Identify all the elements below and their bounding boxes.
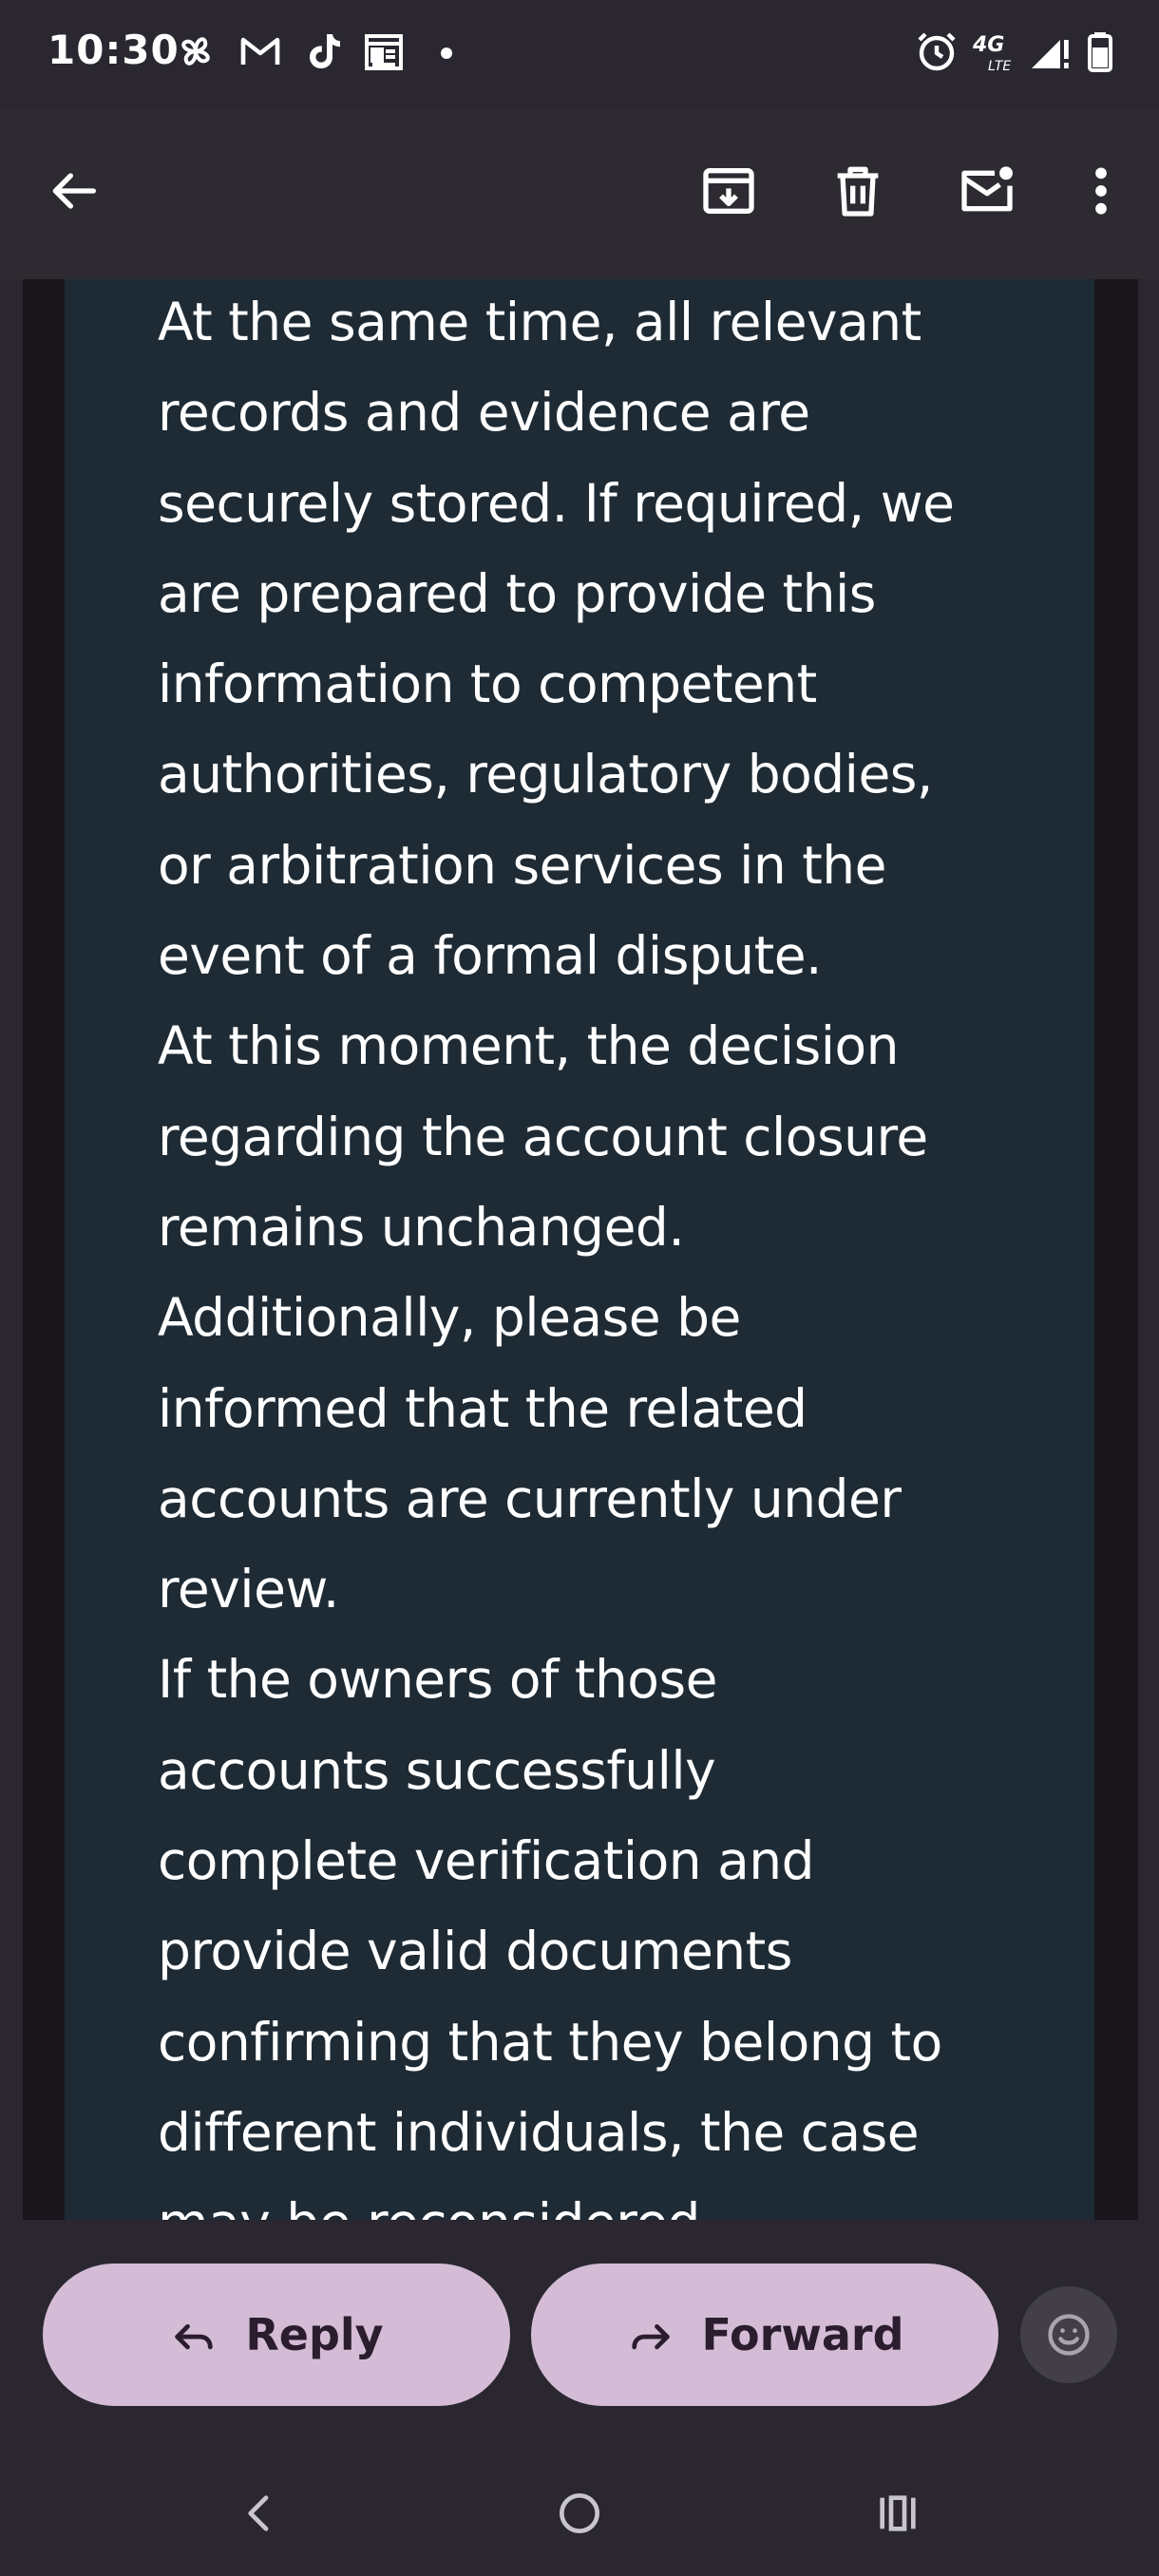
message-line: At this moment, the decision (158, 1015, 900, 1077)
message-line: event of a formal dispute. (158, 925, 823, 987)
message-line: accounts are currently under (158, 1468, 902, 1529)
app-bar (0, 110, 1159, 279)
nav-home-button[interactable] (537, 2471, 622, 2556)
alarm-icon (914, 28, 960, 74)
delete-button[interactable] (815, 148, 901, 234)
signal-icon (1026, 28, 1072, 74)
status-bar: 10:30 4G LTE (0, 0, 1159, 110)
message-line: If the owners of those (158, 1649, 717, 1711)
right-gutter (1094, 279, 1138, 2220)
tiktok-icon (300, 28, 346, 74)
message-line: At the same time, all relevant (158, 292, 922, 352)
left-gutter (23, 279, 65, 2220)
message-line: securely stored. If required, we (158, 472, 955, 534)
message-body: At the same time, all relevant records an… (158, 279, 1070, 2220)
network-4g-lte-icon: 4G LTE (971, 28, 1024, 74)
svg-text:LTE: LTE (988, 59, 1011, 74)
message-line: records and evidence are (158, 382, 810, 444)
screen: 10:30 4G LTE At the same time, all relev… (0, 0, 1159, 2576)
message-line: provide valid documents (158, 1921, 792, 1982)
message-panel: At the same time, all relevant records an… (65, 279, 1094, 2220)
message-line: informed that the related (158, 1377, 808, 1439)
message-line: information to competent (158, 653, 817, 715)
nav-home-icon (560, 2493, 599, 2533)
message-line: may be reconsidered. (158, 2178, 1070, 2220)
message-line: accounts successfully (158, 1739, 716, 1801)
pinwheel-icon (173, 28, 218, 74)
mark-unread-button[interactable] (944, 148, 1030, 234)
message-scroll-area[interactable]: At the same time, all relevant records an… (0, 279, 1159, 2220)
news-icon (361, 28, 407, 74)
forward-icon (626, 2310, 675, 2359)
svg-text:4G: 4G (972, 33, 1004, 57)
back-arrow-icon (52, 173, 96, 209)
reply-button[interactable]: Reply (43, 2263, 510, 2406)
reply-icon (169, 2310, 218, 2359)
forward-label: Forward (701, 2309, 904, 2360)
message-line: regarding the account closure (158, 1106, 928, 1167)
forward-button[interactable]: Forward (531, 2263, 998, 2406)
status-time: 10:30 (48, 27, 180, 73)
emoji-reaction-button[interactable] (1020, 2286, 1117, 2383)
archive-button[interactable] (686, 148, 771, 234)
delete-icon (837, 166, 879, 217)
battery-icon (1077, 28, 1123, 74)
message-line: are prepared to provide this (158, 562, 876, 624)
message-line: remains unchanged. (158, 1196, 685, 1258)
notification-dot (441, 47, 452, 59)
mark-unread-icon (961, 166, 1013, 212)
nav-recents-icon (880, 2495, 916, 2531)
more-options-button[interactable] (1058, 148, 1144, 234)
nav-recents-button[interactable] (855, 2471, 940, 2556)
action-bar: Reply Forward (0, 2220, 1159, 2444)
message-line: authorities, regulatory bodies, (158, 744, 933, 805)
message-line: Additionally, please be (158, 1287, 741, 1349)
reply-label: Reply (245, 2309, 384, 2360)
gmail-icon (238, 28, 283, 74)
message-line: review. (158, 1559, 339, 1620)
message-line: confirming that they belong to (158, 2011, 942, 2073)
system-nav-bar (0, 2444, 1159, 2576)
message-line: or arbitration services in the (158, 834, 887, 896)
back-button[interactable] (30, 148, 116, 234)
message-line: different individuals, the case (158, 2101, 920, 2163)
message-line: complete verification and (158, 1830, 815, 1892)
archive-icon (703, 168, 754, 214)
nav-back-button[interactable] (217, 2471, 302, 2556)
more-vert-icon (1095, 167, 1107, 215)
nav-back-icon (248, 2495, 269, 2531)
emoji-smile-icon (1048, 2314, 1090, 2356)
